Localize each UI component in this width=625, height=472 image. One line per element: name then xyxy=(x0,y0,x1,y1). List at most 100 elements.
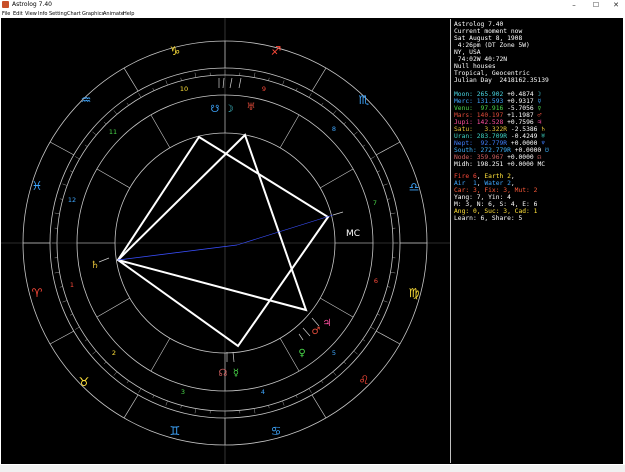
planet-glyph-icon: ♃ xyxy=(537,119,542,126)
degree-tick xyxy=(387,198,391,200)
degree-tick xyxy=(353,131,358,136)
planet-name: Mars: xyxy=(454,112,473,119)
water-label: Water xyxy=(484,180,504,187)
degree-tick xyxy=(84,144,88,147)
degree-tick xyxy=(165,80,168,86)
close-button[interactable]: ✕ xyxy=(608,0,624,10)
menu-help[interactable]: Help xyxy=(123,11,134,17)
planet-rate: -5.7056 xyxy=(507,105,534,112)
degree-tick xyxy=(362,144,366,147)
degree-tick xyxy=(268,405,270,409)
planet-glyph-icon: MC xyxy=(537,161,546,168)
degree-tick xyxy=(113,110,118,115)
house-number: 2 xyxy=(112,349,116,357)
air-label: Air xyxy=(454,180,466,187)
learn-share-line: Learn: 6, Share: 5 xyxy=(454,215,523,222)
info-panel: Astrolog 7.40 Current moment now Sat Aug… xyxy=(450,19,623,463)
maximize-button[interactable]: ☐ xyxy=(588,0,604,10)
degree-tick xyxy=(308,388,312,393)
menu-graphics[interactable]: Graphics xyxy=(82,11,104,17)
degree-tick xyxy=(69,170,73,173)
planet-position: 142.528 xyxy=(476,119,504,126)
minimize-button[interactable]: – xyxy=(566,0,582,10)
pisces-icon: ♓ xyxy=(32,179,43,193)
planet-glyph-icon: ☽ xyxy=(537,91,542,98)
planet-position: 140.197 xyxy=(476,112,504,119)
menu-chart[interactable]: Chart xyxy=(67,11,81,17)
house-number: 4 xyxy=(261,388,265,396)
planet-glyph-icon: ♆ xyxy=(541,140,546,147)
house-number: 6 xyxy=(374,277,378,285)
aspect-lines xyxy=(116,133,330,348)
degree-tick xyxy=(180,77,182,81)
menu-bar: File Edit View Info Setting Chart Graphi… xyxy=(0,10,625,18)
capricorn-icon: ♑ xyxy=(170,44,181,58)
sagittarius-icon: ♐ xyxy=(271,44,282,58)
degree-tick xyxy=(387,286,391,288)
degree-tick xyxy=(59,198,63,200)
header-line: Julian Day 2418162.35139 xyxy=(454,77,549,84)
leo-icon: ♌ xyxy=(359,373,370,387)
menu-setting[interactable]: Setting xyxy=(49,11,67,17)
planet-glyph-icon: ♀ xyxy=(537,105,542,112)
north-node-icon: ☊ xyxy=(219,368,228,379)
degree-tick xyxy=(253,72,256,78)
degree-tick xyxy=(194,72,197,78)
menu-info[interactable]: Info xyxy=(38,11,47,17)
degree-tick xyxy=(282,400,285,406)
midheaven-icon: MC xyxy=(346,229,360,239)
fire-label: Fire xyxy=(454,173,470,180)
planet-position: 359.967 xyxy=(476,154,504,161)
degree-tick xyxy=(390,271,396,274)
cancer-icon: ♋ xyxy=(271,424,282,438)
degree-tick xyxy=(332,371,337,376)
degree-tick xyxy=(282,80,285,86)
planet-position: 198.251 xyxy=(476,161,504,168)
degree-tick xyxy=(253,408,256,414)
degree-tick xyxy=(84,339,88,342)
degree-tick xyxy=(103,361,107,365)
chart-window: ♈ ♉ ♊ ♋ ♌ ♍ ♎ ♏ ♐ ♑ ♒ ♓ 6 7 8 9 10 11 12… xyxy=(1,18,623,464)
degree-tick xyxy=(152,87,155,91)
degree-tick xyxy=(382,300,388,303)
planet-rate: -2.5386 xyxy=(510,126,538,133)
planet-rate: -0.4249 xyxy=(510,133,538,140)
planet-name: Nept: xyxy=(454,140,473,147)
degree-tick xyxy=(165,400,168,406)
degree-tick xyxy=(362,339,366,342)
planet-name: Venu: xyxy=(454,105,473,112)
planet-glyph-icon: ☿ xyxy=(537,98,542,105)
degree-tick xyxy=(92,131,97,136)
menu-animate[interactable]: Animate xyxy=(103,11,124,17)
degree-tick xyxy=(138,388,142,393)
planet-position: 92.779R xyxy=(476,140,508,147)
aries-icon: ♈ xyxy=(32,286,43,300)
degree-tick xyxy=(54,271,60,274)
house-number: 9 xyxy=(262,85,266,93)
planet-name: Jupi: xyxy=(454,119,473,126)
status-bar xyxy=(0,465,625,472)
degree-tick xyxy=(62,183,68,186)
menu-view[interactable]: View xyxy=(25,11,37,17)
house-number: 8 xyxy=(332,125,336,133)
planet-name: Node: xyxy=(454,154,473,161)
menu-edit[interactable]: Edit xyxy=(13,11,23,17)
degree-tick xyxy=(390,212,396,215)
degree-tick xyxy=(126,380,129,384)
planet-name: Merc: xyxy=(454,98,473,105)
planet-glyph-icon: ☋ xyxy=(545,147,549,154)
mars-icon: ♂ xyxy=(312,326,321,337)
earth-label: Earth xyxy=(484,173,504,180)
degree-tick xyxy=(54,212,60,215)
uranus-icon: ♅ xyxy=(247,102,256,113)
planet-name: Moon: xyxy=(454,91,473,98)
degree-tick xyxy=(69,313,73,316)
house-number: 7 xyxy=(373,199,377,207)
menu-file[interactable]: File xyxy=(2,11,10,17)
astrology-wheel[interactable]: ♈ ♉ ♊ ♋ ♌ ♍ ♎ ♏ ♐ ♑ ♒ ♓ 6 7 8 9 10 11 12… xyxy=(1,18,450,464)
virgo-icon: ♍ xyxy=(409,286,420,300)
app-icon xyxy=(2,1,9,8)
libra-icon: ♎ xyxy=(409,180,420,194)
degree-tick xyxy=(332,110,337,115)
house-number: 11 xyxy=(109,128,117,136)
